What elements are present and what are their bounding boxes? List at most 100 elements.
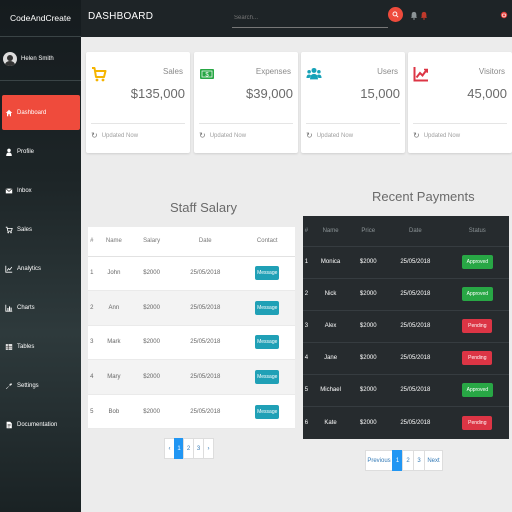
card-label: Sales	[162, 67, 183, 76]
status-badge: Pending	[462, 319, 493, 334]
payment-price: $2000	[351, 277, 386, 311]
message-button[interactable]: Message	[255, 300, 280, 315]
sidebar-item-documentation[interactable]: Documentation	[2, 407, 80, 442]
row-number: 5	[303, 373, 310, 407]
row-number: 1	[88, 256, 96, 292]
payment-date: 25/05/2018	[385, 245, 446, 279]
top-bar: DASHBOARD	[81, 0, 512, 37]
sidebar: CodeAndCreate Helen Smith Dashboard Prof…	[0, 0, 81, 512]
table-row: 5 Bob $2000 25/05/2018 Message	[88, 394, 295, 430]
notifications-icon[interactable]	[410, 11, 418, 22]
staff-name: Mary	[95, 359, 133, 395]
message-button[interactable]: Message	[255, 370, 280, 385]
card-update-label: Updated Now	[101, 132, 139, 139]
power-icon[interactable]	[500, 11, 508, 21]
user-profile[interactable]: Helen Smith	[0, 37, 81, 81]
wrench-icon	[5, 382, 13, 390]
envelope-icon	[5, 187, 13, 195]
status-cell: Approved	[445, 245, 509, 279]
avatar[interactable]	[3, 51, 17, 66]
sidebar-item-charts[interactable]: Charts	[2, 290, 80, 325]
card-users[interactable]: Users 15,000 ↻ Updated Now	[301, 52, 405, 153]
staff-salary: $2000	[132, 394, 171, 430]
row-number: 1	[303, 245, 310, 279]
staff-name: Ann	[95, 290, 133, 326]
sidebar-item-label: Settings	[17, 382, 39, 389]
payments-pagination: Previous 1 2 3 Next	[365, 450, 443, 471]
sidebar-item-tables[interactable]: Tables	[2, 329, 80, 364]
sidebar-item-label: Analytics	[17, 265, 42, 272]
card-update-status: ↻ Updated Now	[306, 131, 353, 140]
chart-line-icon	[413, 66, 429, 82]
user-name: Helen Smith	[21, 55, 54, 62]
card-visitors[interactable]: Visitors 45,000 ↻ Updated Now	[408, 52, 512, 153]
staff-name: Bob	[95, 394, 133, 430]
payment-date: 25/05/2018	[385, 309, 446, 343]
document-icon	[5, 421, 13, 429]
card-update-status: ↻ Updated Now	[199, 131, 246, 140]
table-icon	[5, 343, 13, 351]
refresh-icon: ↻	[413, 131, 420, 140]
column-header: Date	[409, 227, 422, 234]
contact-cell: Message	[239, 290, 295, 326]
row-number: 3	[303, 309, 310, 343]
card-value: 45,000	[467, 86, 507, 101]
sidebar-item-sales[interactable]: Sales	[2, 212, 80, 247]
sidebar-item-profile[interactable]: Profile	[2, 134, 80, 169]
table-row: 2 Nick $2000 25/05/2018 Approved	[303, 277, 509, 311]
cart-icon	[5, 226, 13, 234]
contact-cell: Message	[239, 325, 295, 361]
sidebar-item-settings[interactable]: Settings	[2, 368, 80, 403]
pagination-prev[interactable]: Previous	[365, 450, 393, 471]
pagination-next[interactable]: Next	[424, 450, 443, 471]
card-update-status: ↻ Updated Now	[91, 131, 138, 140]
card-value: $135,000	[130, 86, 185, 101]
sidebar-item-dashboard[interactable]: Dashboard	[2, 95, 80, 130]
column-header: Name	[322, 227, 339, 234]
status-cell: Pending	[445, 341, 509, 375]
search-input[interactable]	[232, 9, 388, 28]
table-row: 4 Mary $2000 25/05/2018 Message	[88, 359, 295, 395]
table-row: 2 Ann $2000 25/05/2018 Message	[88, 290, 295, 326]
status-badge: Approved	[461, 287, 494, 302]
cart-icon	[91, 66, 107, 82]
payment-date: 25/05/2018	[385, 373, 446, 407]
divider	[91, 123, 185, 124]
sidebar-item-inbox[interactable]: Inbox	[2, 173, 80, 208]
payer-name: Alex	[309, 309, 352, 343]
staff-name: John	[95, 256, 133, 292]
staff-date: 25/05/2018	[171, 256, 240, 292]
card-update-status: ↻ Updated Now	[413, 131, 460, 140]
sidebar-item-label: Dashboard	[17, 109, 47, 116]
sidebar-item-label: Charts	[17, 304, 35, 311]
pagination-next[interactable]: ›	[203, 438, 214, 459]
card-sales[interactable]: Sales $135,000 ↻ Updated Now	[86, 52, 190, 153]
message-button[interactable]: Message	[255, 266, 280, 281]
status-cell: Approved	[445, 277, 509, 311]
recent-payments-title: Recent Payments	[372, 189, 475, 204]
card-expenses[interactable]: $ Expenses $39,000 ↻ Updated Now	[194, 52, 298, 153]
row-number: 2	[88, 290, 96, 326]
search-button[interactable]	[388, 7, 403, 22]
column-header: Contact	[239, 227, 295, 257]
staff-date: 25/05/2018	[171, 290, 240, 326]
table-header-row: # Name Price Date Status	[303, 216, 509, 246]
staff-date: 25/05/2018	[171, 325, 240, 361]
table-row: 3 Mark $2000 25/05/2018 Message	[88, 325, 295, 361]
staff-salary: $2000	[132, 256, 171, 292]
message-button[interactable]: Message	[255, 404, 280, 419]
sidebar-item-label: Inbox	[17, 187, 32, 194]
table-row: 3 Alex $2000 25/05/2018 Pending	[303, 309, 509, 343]
brand-logo[interactable]: CodeAndCreate	[0, 0, 81, 37]
line-chart-icon	[5, 265, 13, 273]
money-icon: $	[199, 66, 215, 82]
sidebar-item-analytics[interactable]: Analytics	[2, 251, 80, 286]
sidebar-item-label: Documentation	[17, 421, 58, 428]
payer-name: Monica	[309, 245, 352, 279]
table-header-row: # Name Salary Date Contact	[88, 227, 295, 257]
user-icon	[5, 148, 13, 156]
message-button[interactable]: Message	[255, 335, 280, 350]
payment-date: 25/05/2018	[385, 277, 446, 311]
payer-name: Kate	[309, 405, 352, 439]
alert-bell-icon[interactable]	[420, 11, 428, 22]
